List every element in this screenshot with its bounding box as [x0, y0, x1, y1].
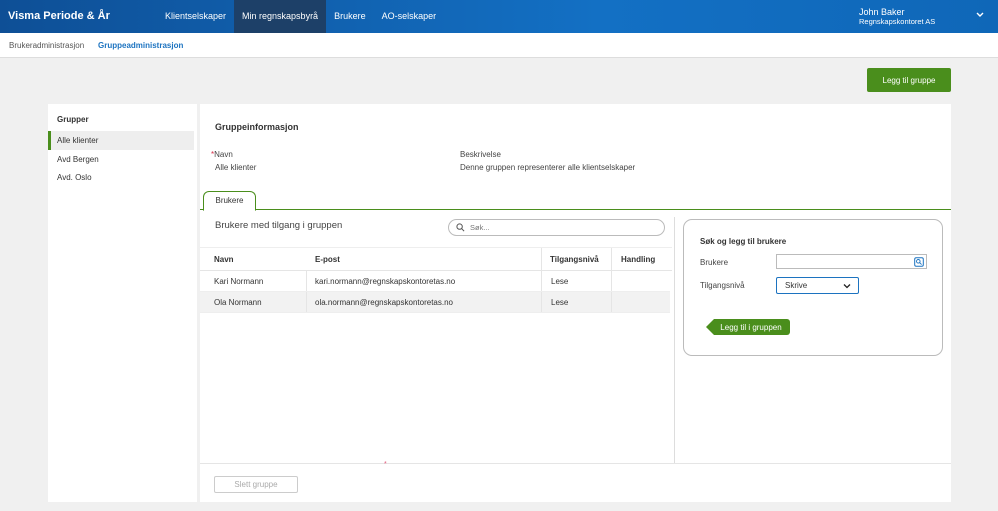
- cell-access: Lese: [551, 297, 569, 307]
- group-detail-panel: Gruppeinformasjon *Navn Alle klienter Be…: [200, 104, 951, 502]
- nav-ao-selskaper[interactable]: AO-selskaper: [374, 0, 445, 33]
- column-navn[interactable]: Navn: [214, 248, 234, 270]
- search-icon: [456, 223, 465, 232]
- name-value: Alle klienter: [215, 163, 257, 172]
- group-item-alle-klienter[interactable]: Alle klienter: [48, 131, 194, 150]
- add-group-button[interactable]: Legg til gruppe: [867, 68, 951, 92]
- cell-name: Ola Normann: [214, 297, 262, 307]
- column-divider: [611, 271, 612, 291]
- main-nav: Klientselskaper Min regnskapsbyrå Bruker…: [157, 0, 444, 33]
- add-to-group-button[interactable]: Legg til i gruppen: [706, 319, 790, 335]
- user-name: John Baker: [859, 7, 905, 17]
- group-item-avd-bergen[interactable]: Avd Bergen: [48, 150, 194, 169]
- sub-nav: Brukeradministrasjon Gruppeadministrasjo…: [0, 33, 998, 58]
- column-divider: [611, 248, 612, 270]
- tab-brukere[interactable]: Brukere: [203, 191, 256, 211]
- user-search[interactable]: [448, 219, 665, 236]
- group-info-title: Gruppeinformasjon: [215, 122, 299, 132]
- add-users-title: Søk og legg til brukere: [700, 237, 787, 246]
- column-divider: [611, 292, 612, 312]
- marker: *: [384, 461, 387, 468]
- nav-klientselskaper[interactable]: Klientselskaper: [157, 0, 234, 33]
- users-title: Brukere med tilgang i gruppen: [215, 220, 343, 231]
- name-label-text: Navn: [214, 150, 233, 159]
- description-label: Beskrivelse: [460, 150, 501, 159]
- user-menu[interactable]: John Baker Regnskapskontoret AS: [859, 7, 935, 27]
- chevron-down-icon[interactable]: [975, 10, 985, 20]
- users-field-label: Brukere: [700, 258, 729, 267]
- column-divider: [541, 271, 542, 291]
- column-epost[interactable]: E-post: [315, 248, 340, 270]
- column-divider: [541, 248, 542, 270]
- column-divider: [306, 292, 307, 312]
- tab-underline: [200, 209, 951, 210]
- users-table-header: Navn E-post Tilgangsnivå Handling: [200, 247, 672, 271]
- groups-panel: Grupper Alle klienter Avd Bergen Avd. Os…: [48, 104, 197, 502]
- groups-title: Grupper: [57, 115, 89, 124]
- table-row[interactable]: Ola Normann ola.normann@regnskapskontore…: [200, 292, 670, 313]
- add-users-panel: Søk og legg til brukere Brukere Tilgangs…: [683, 219, 943, 356]
- subnav-gruppeadministrasjon[interactable]: Gruppeadministrasjon: [98, 41, 183, 50]
- chevron-down-icon: [843, 284, 851, 289]
- cell-email: ola.normann@regnskapskontoretas.no: [315, 297, 453, 307]
- subnav-brukeradministrasjon[interactable]: Brukeradministrasjon: [9, 41, 84, 50]
- users-lookup-field[interactable]: [776, 254, 927, 269]
- user-lookup-icon[interactable]: [914, 257, 924, 267]
- panel-divider: [674, 217, 675, 463]
- app-title[interactable]: Visma Periode & År: [8, 10, 110, 22]
- name-label: *Navn: [211, 150, 233, 159]
- search-input[interactable]: [470, 222, 655, 233]
- nav-brukere[interactable]: Brukere: [326, 0, 374, 33]
- table-row[interactable]: Kari Normann kari.normann@regnskapskonto…: [200, 271, 670, 292]
- delete-group-button[interactable]: Slett gruppe: [214, 476, 298, 493]
- access-level-value: Skrive: [785, 281, 808, 290]
- access-level-label: Tilgangsnivå: [700, 281, 745, 290]
- column-divider: [541, 292, 542, 312]
- group-item-avd-oslo[interactable]: Avd. Oslo: [48, 168, 194, 187]
- user-company: Regnskapskontoret AS: [859, 17, 936, 26]
- footer-divider: [200, 463, 951, 464]
- cell-email: kari.normann@regnskapskontoretas.no: [315, 276, 456, 286]
- cell-name: Kari Normann: [214, 276, 264, 286]
- access-level-select[interactable]: Skrive: [776, 277, 859, 294]
- top-bar: Visma Periode & År Klientselskaper Min r…: [0, 0, 998, 33]
- nav-min-regnskapsbyra[interactable]: Min regnskapsbyrå: [234, 0, 327, 33]
- cell-access: Lese: [551, 276, 569, 286]
- description-value: Denne gruppen representerer alle klients…: [460, 163, 636, 172]
- column-tilgangsniva[interactable]: Tilgangsnivå: [550, 248, 599, 270]
- column-handling: Handling: [621, 254, 656, 264]
- column-divider: [306, 271, 307, 291]
